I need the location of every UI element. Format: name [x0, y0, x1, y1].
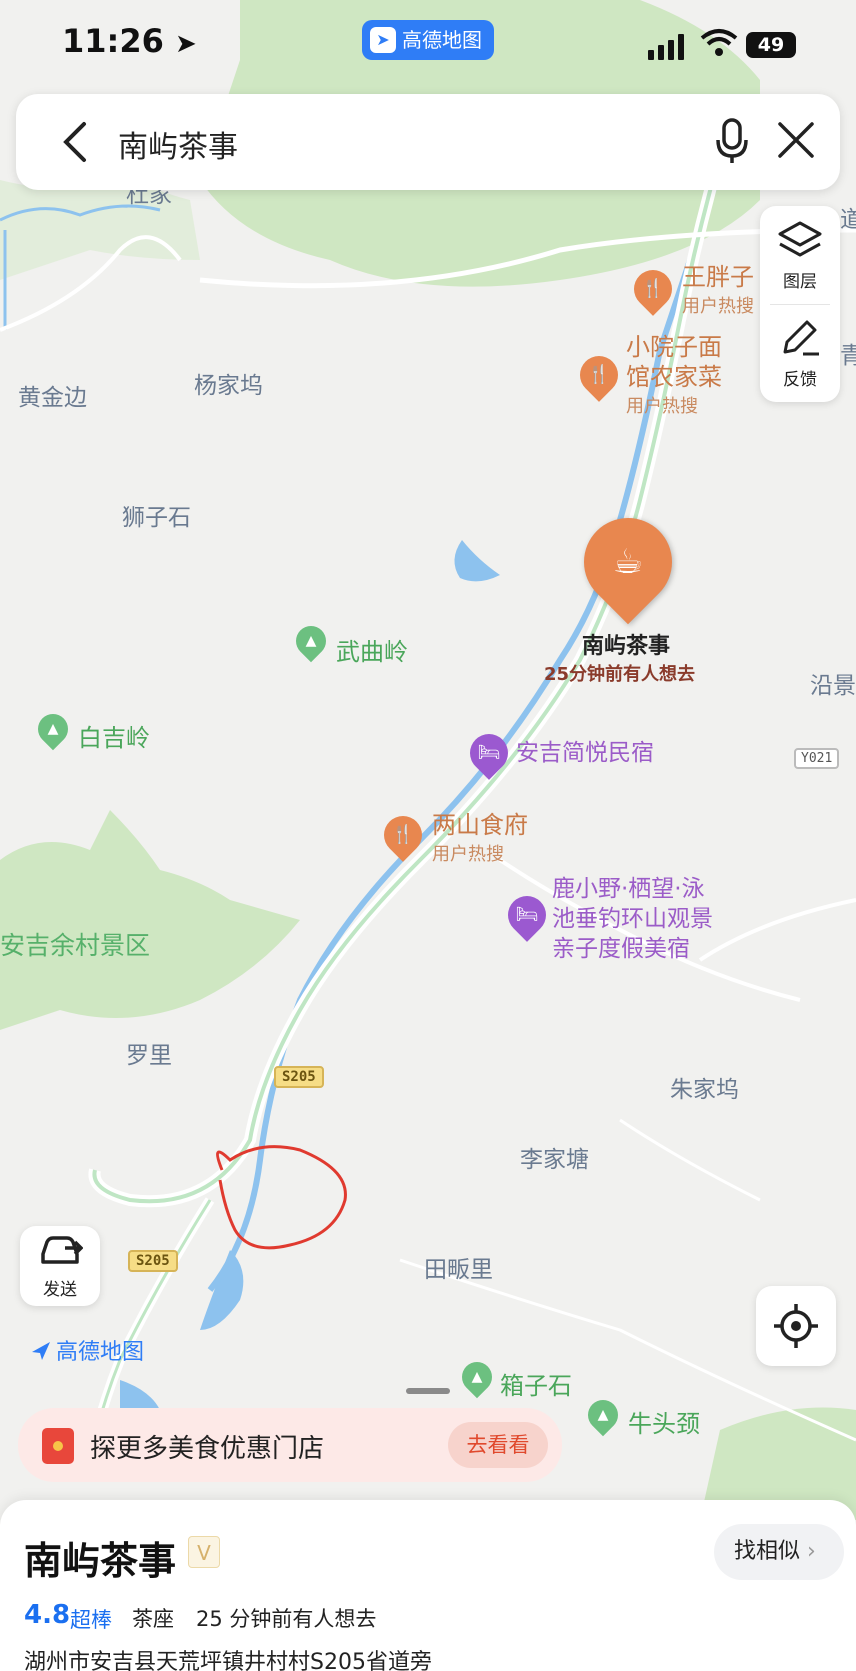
place-label: 黄金边 — [18, 385, 87, 411]
search-query[interactable]: 南屿茶事 — [118, 122, 238, 166]
place-label: 杨家坞 — [194, 373, 263, 399]
restaurant-icon[interactable]: 🍴 — [376, 808, 430, 862]
selected-poi-marker[interactable]: ☕ — [565, 499, 691, 625]
edit-pen-icon — [783, 320, 819, 356]
search-bar[interactable]: 南屿茶事 — [16, 94, 840, 190]
clock: 11:26 ➤ — [62, 22, 197, 60]
promo-banner[interactable]: 探更多美食优惠门店 去看看 — [18, 1408, 562, 1482]
rating-tag: 超棒 — [70, 1608, 112, 1632]
place-label: 李家塘 — [520, 1147, 589, 1173]
place-label: 青 — [840, 343, 856, 369]
mountain-icon[interactable]: ▲ — [581, 1393, 625, 1437]
poi-address: 湖州市安吉县天荒坪镇井村村S205省道旁 — [24, 1650, 432, 1671]
coffee-cup-icon: ☕ — [612, 542, 644, 582]
cellular-signal-icon — [648, 34, 684, 60]
region-label: 安吉余村景区 — [0, 931, 151, 960]
find-similar-button[interactable]: 找相似 › — [714, 1524, 844, 1580]
mountain-icon[interactable]: ▲ — [31, 707, 75, 751]
poi-label[interactable]: 鹿小野·栖望·泳 池垂钓环山观景 亲子度假美宿 — [552, 874, 713, 964]
layers-icon — [778, 221, 822, 257]
mountain-icon[interactable]: ▲ — [289, 619, 333, 663]
layers-button[interactable]: 图层 — [760, 220, 840, 292]
place-label: 狮子石 — [122, 505, 191, 531]
crosshair-icon — [774, 1304, 818, 1348]
scenic-label[interactable]: 牛头颈 — [628, 1404, 700, 1439]
hotel-icon[interactable]: 🛏 — [500, 888, 554, 942]
poi-title: 南屿茶事 — [24, 1539, 177, 1583]
divider — [770, 304, 830, 305]
car-send-icon — [41, 1236, 84, 1264]
amap-watermark: 高德地图 — [30, 1334, 144, 1366]
promo-text: 探更多美食优惠门店 — [90, 1434, 325, 1464]
road-shield: S205 — [274, 1066, 324, 1088]
locate-me-button[interactable] — [756, 1286, 836, 1366]
promo-action-button[interactable]: 去看看 — [448, 1422, 548, 1468]
restaurant-icon[interactable]: 🍴 — [626, 262, 680, 316]
poi-label[interactable]: 王胖子 用户热搜 — [682, 262, 754, 322]
recent-interest: 25 分钟前有人想去 — [196, 1607, 377, 1631]
place-label: 沿景 — [810, 673, 856, 699]
mountain-icon[interactable]: ▲ — [455, 1355, 499, 1399]
amap-logo-icon: ➤ — [370, 27, 396, 53]
amap-logo-icon — [32, 1342, 50, 1360]
sheet-drag-handle[interactable] — [406, 1388, 450, 1394]
poi-category: 茶座 — [132, 1607, 174, 1631]
red-envelope-icon — [42, 1428, 74, 1464]
poi-label[interactable]: 两山食府 用户热搜 — [432, 810, 528, 870]
place-label: 朱家坞 — [670, 1077, 739, 1103]
scenic-label[interactable]: 武曲岭 — [336, 632, 408, 667]
chevron-right-icon: › — [807, 1539, 816, 1564]
place-label: 田畈里 — [424, 1257, 493, 1283]
battery-icon: 49 — [746, 32, 796, 58]
scenic-label[interactable]: 白吉岭 — [78, 718, 150, 753]
map-side-toolbar: 图层 反馈 — [760, 206, 840, 402]
restaurant-icon[interactable]: 🍴 — [572, 348, 626, 402]
app-badge[interactable]: ➤ 高德地图 — [362, 20, 494, 60]
location-arrow-icon: ➤ — [175, 29, 197, 59]
verified-v-icon: V — [188, 1536, 220, 1568]
selected-poi-hint: 25分钟前有人想去 — [544, 664, 696, 685]
send-to-car-button[interactable]: 发送 — [20, 1226, 100, 1306]
place-label: 罗里 — [126, 1043, 172, 1069]
microphone-icon[interactable] — [714, 116, 750, 164]
road-shield: Y021 — [794, 748, 840, 769]
hotel-icon[interactable]: 🛏 — [462, 726, 516, 780]
close-icon[interactable] — [776, 120, 816, 160]
selected-poi-name: 南屿茶事 — [582, 634, 671, 659]
poi-detail-sheet[interactable]: 南屿茶事 V 找相似 › 4.8 超棒 茶座 25 分钟前有人想去 湖州市安吉县… — [0, 1500, 856, 1671]
road-shield: S205 — [128, 1250, 178, 1272]
feedback-button[interactable]: 反馈 — [760, 318, 840, 390]
status-bar: 11:26 ➤ ➤ 高德地图 49 — [0, 0, 856, 80]
back-arrow-icon[interactable] — [56, 120, 96, 164]
scenic-label[interactable]: 箱子石 — [500, 1366, 572, 1401]
poi-label[interactable]: 小院子面 馆农家菜 用户热搜 — [626, 332, 722, 422]
place-label: 道 — [840, 207, 856, 233]
wifi-icon — [700, 29, 738, 56]
rating-score: 4.8 — [24, 1600, 71, 1630]
poi-label[interactable]: 安吉简悦民宿 — [516, 738, 654, 768]
